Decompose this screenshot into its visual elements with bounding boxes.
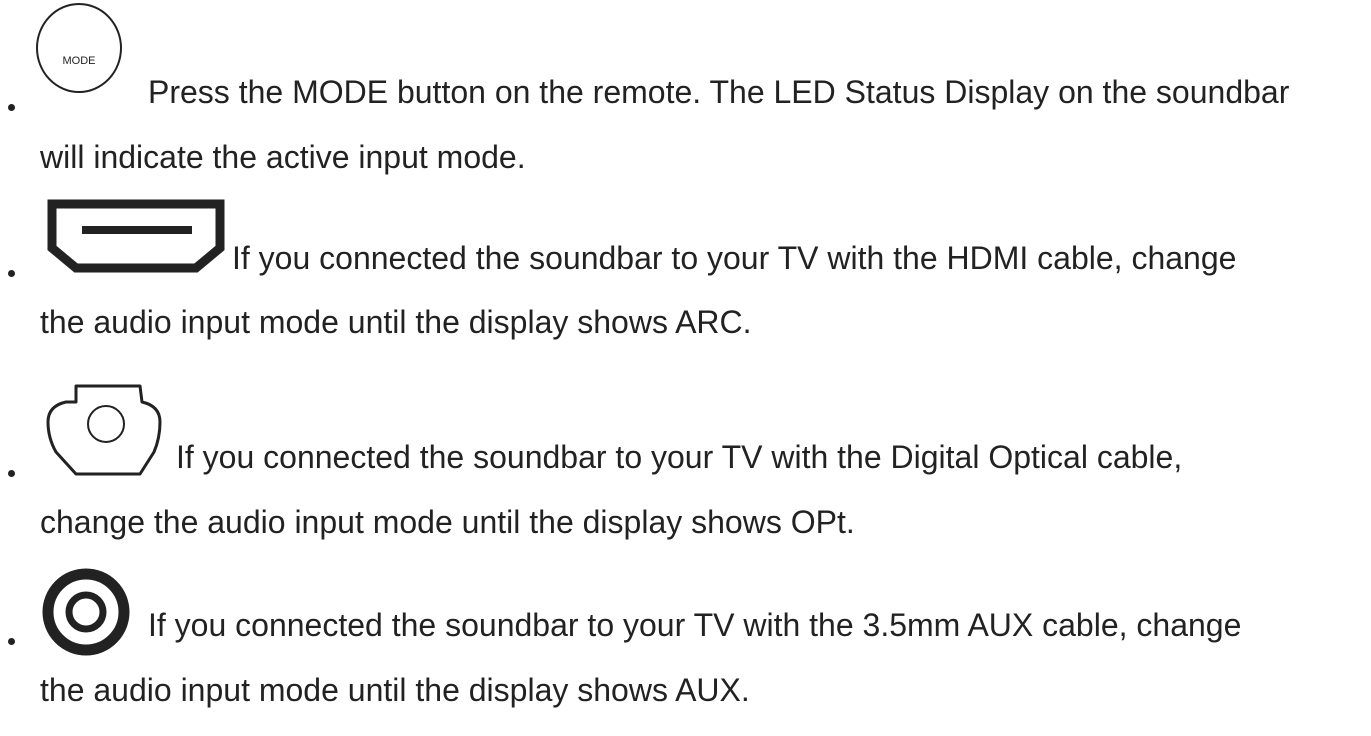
svg-text:MODE: MODE — [63, 55, 96, 67]
item-text-line: If you connected the soundbar to your TV… — [148, 607, 1242, 643]
item-text-line: Press the MODE button on the remote. The… — [148, 74, 1290, 110]
optical-port-icon — [46, 384, 162, 476]
item-text-line: the audio input mode until the display s… — [40, 304, 752, 340]
mode-button-icon: MODE — [36, 3, 122, 93]
item-text-line: change the audio input mode until the di… — [40, 504, 855, 540]
aux-jack-icon — [42, 568, 130, 656]
item-text-line: will indicate the active input mode. — [40, 139, 526, 175]
item-text-line: If you connected the soundbar to your TV… — [176, 439, 1183, 475]
item-text-line: the audio input mode until the display s… — [40, 672, 750, 708]
item-text-line: If you connected the soundbar to your TV… — [232, 240, 1237, 276]
hdmi-port-icon — [47, 199, 225, 273]
